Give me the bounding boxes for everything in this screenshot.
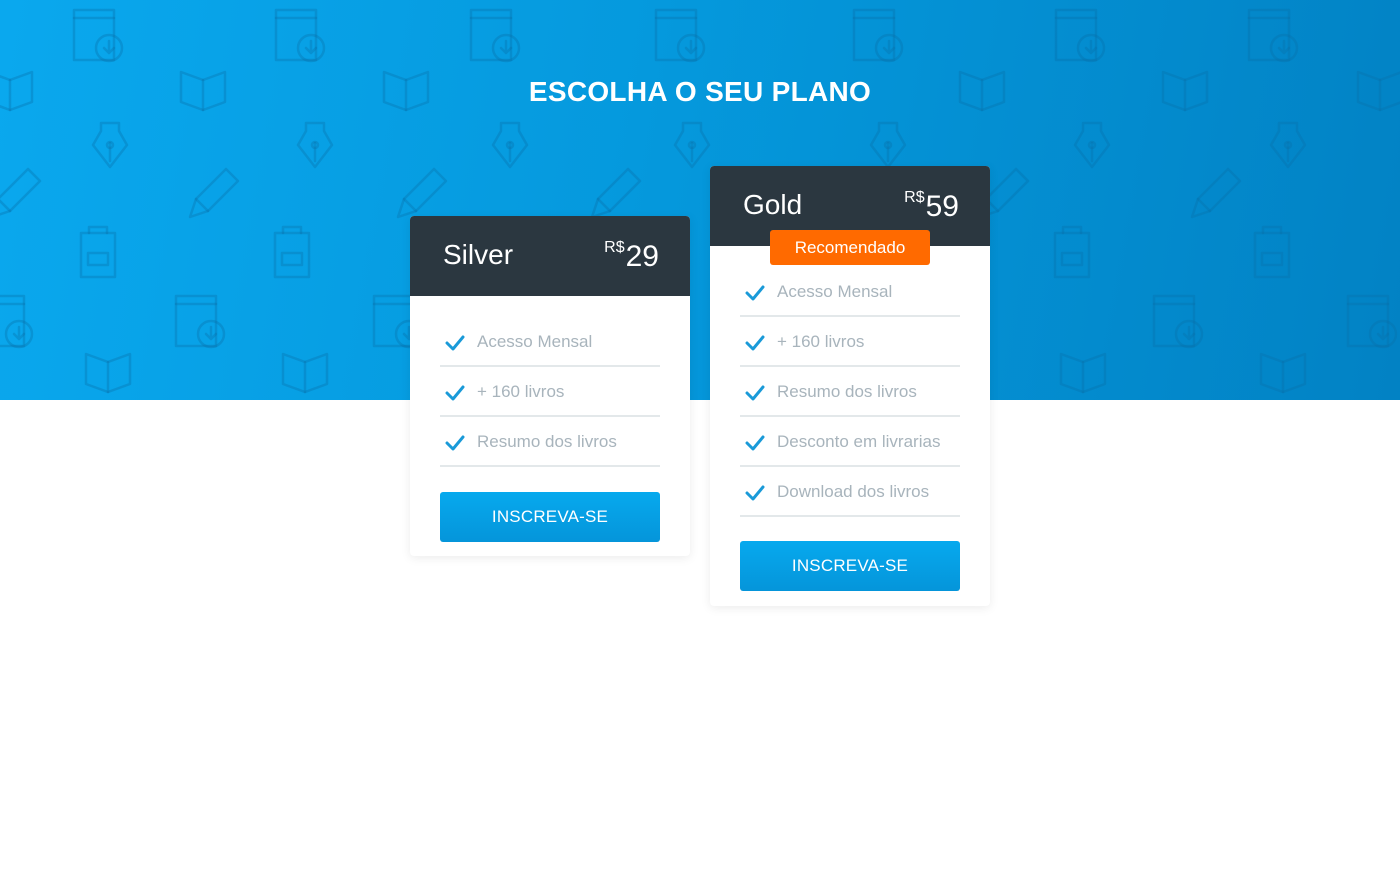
check-icon <box>745 285 765 301</box>
subscribe-button-silver[interactable]: INSCREVA-SE <box>440 492 660 542</box>
price-value: 59 <box>925 190 959 223</box>
subscribe-button-gold[interactable]: INSCREVA-SE <box>740 541 960 591</box>
feature-label: Resumo dos livros <box>777 382 917 401</box>
currency-symbol: R$ <box>604 239 625 256</box>
check-icon <box>445 435 465 451</box>
feature-item: Resumo dos livros <box>440 417 660 467</box>
hero-banner: ESCOLHA O SEU PLANO <box>0 0 1400 400</box>
plan-header: Silver R$29 <box>410 216 690 296</box>
check-icon <box>745 335 765 351</box>
currency-symbol: R$ <box>904 189 925 206</box>
page-title: ESCOLHA O SEU PLANO <box>528 76 872 107</box>
feature-label: + 160 livros <box>777 332 865 351</box>
plan-price: R$59 <box>904 189 959 224</box>
feature-label: Resumo dos livros <box>477 432 617 451</box>
check-icon <box>745 485 765 501</box>
feature-label: Acesso Mensal <box>777 282 893 301</box>
plan-card-silver: Silver R$29 Acesso Mensal + 160 livros R… <box>410 216 690 556</box>
feature-item: Acesso Mensal <box>440 317 660 367</box>
check-icon <box>445 385 465 401</box>
check-icon <box>745 435 765 451</box>
feature-item: Desconto em livrarias <box>740 417 960 467</box>
feature-label: Desconto em livrarias <box>777 432 941 451</box>
hero-pattern <box>0 8 1400 394</box>
feature-list: Acesso Mensal + 160 livros Resumo dos li… <box>740 267 960 517</box>
plan-name: Silver <box>443 239 514 270</box>
plan-header: Gold R$59 Recomendado <box>710 166 990 265</box>
plan-card-gold: Gold R$59 Recomendado Acesso Mensal + 16… <box>710 166 990 606</box>
feature-item: Download dos livros <box>740 467 960 517</box>
feature-item: + 160 livros <box>740 317 960 367</box>
feature-label: Download dos livros <box>777 482 930 501</box>
recommended-badge: Recomendado <box>770 230 930 265</box>
plan-price: R$29 <box>604 239 659 274</box>
feature-item: + 160 livros <box>440 367 660 417</box>
feature-list: Acesso Mensal + 160 livros Resumo dos li… <box>440 317 660 467</box>
check-icon <box>745 385 765 401</box>
feature-item: Resumo dos livros <box>740 367 960 417</box>
feature-label: Acesso Mensal <box>477 332 593 351</box>
price-value: 29 <box>625 240 659 273</box>
feature-label: + 160 livros <box>477 382 565 401</box>
check-icon <box>445 335 465 351</box>
plan-name: Gold <box>743 189 803 220</box>
feature-item: Acesso Mensal <box>740 267 960 317</box>
